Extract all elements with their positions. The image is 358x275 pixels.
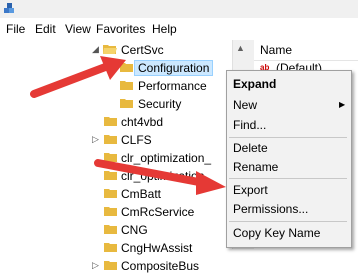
tree-item-label: Performance <box>138 79 207 93</box>
name-column-header[interactable]: Name <box>254 40 358 61</box>
menu-favorites[interactable]: Favorites <box>96 22 145 36</box>
registry-editor-icon <box>4 3 14 13</box>
expand-chevron-icon[interactable]: ▷ <box>92 134 100 144</box>
menu-view[interactable]: View <box>65 22 91 36</box>
context-menu: Expand New ▶ Find... Delete Rename Expor… <box>226 70 352 248</box>
annotation-arrow-export <box>94 159 226 195</box>
menu-edit[interactable]: Edit <box>35 22 56 36</box>
tree-item-label: Security <box>138 97 182 111</box>
menu-item-find[interactable]: Find... <box>233 118 266 132</box>
tree-item-cng[interactable]: CNG <box>0 221 248 239</box>
tree-item-label: CngHwAssist <box>121 241 193 255</box>
folder-icon <box>104 225 117 234</box>
folder-icon <box>104 117 117 126</box>
tree-item-label: CompositeBus <box>121 259 200 273</box>
folder-icon <box>104 135 117 144</box>
menu-item-copy-key-name[interactable]: Copy Key Name <box>233 226 320 240</box>
tree-item-cnghwassist[interactable]: CngHwAssist <box>0 239 248 257</box>
submenu-arrow-icon: ▶ <box>339 100 346 109</box>
column-header-label: Name <box>260 43 293 57</box>
menu-item-new[interactable]: New <box>233 98 257 112</box>
tree-item-label: CNG <box>121 223 148 237</box>
title-bar <box>0 0 358 18</box>
folder-icon <box>104 261 117 270</box>
menu-help[interactable]: Help <box>152 22 177 36</box>
tree-item-label: cht4vbd <box>121 115 164 129</box>
tree-item-label: Configuration <box>134 60 214 76</box>
menu-separator <box>229 221 347 222</box>
menu-item-permissions[interactable]: Permissions... <box>233 202 308 216</box>
tree-item-cmrcservice[interactable]: CmRcService <box>0 203 248 221</box>
menu-item-expand[interactable]: Expand <box>233 77 276 91</box>
tree-item-cht4vbd[interactable]: cht4vbd <box>0 113 248 131</box>
expand-chevron-icon[interactable]: ▷ <box>92 260 100 270</box>
annotation-arrow-configuration <box>30 56 126 98</box>
menu-separator <box>229 137 347 138</box>
tree-item-clfs[interactable]: ▷ CLFS <box>0 131 248 149</box>
menu-item-delete[interactable]: Delete <box>233 141 268 155</box>
menu-item-export[interactable]: Export <box>233 183 268 197</box>
menu-item-rename[interactable]: Rename <box>233 160 278 174</box>
menu-file[interactable]: File <box>6 22 25 36</box>
menu-separator <box>229 178 347 179</box>
scroll-up-arrow-icon[interactable]: ▲ <box>236 43 245 53</box>
folder-icon <box>104 243 117 252</box>
folder-icon <box>104 207 117 216</box>
tree-item-label: CLFS <box>121 133 152 147</box>
tree-item-compositebus[interactable]: ▷ CompositeBus <box>0 257 248 275</box>
tree-item-label: CmRcService <box>121 205 195 219</box>
menu-bar: File Edit View Favorites Help <box>0 18 358 41</box>
